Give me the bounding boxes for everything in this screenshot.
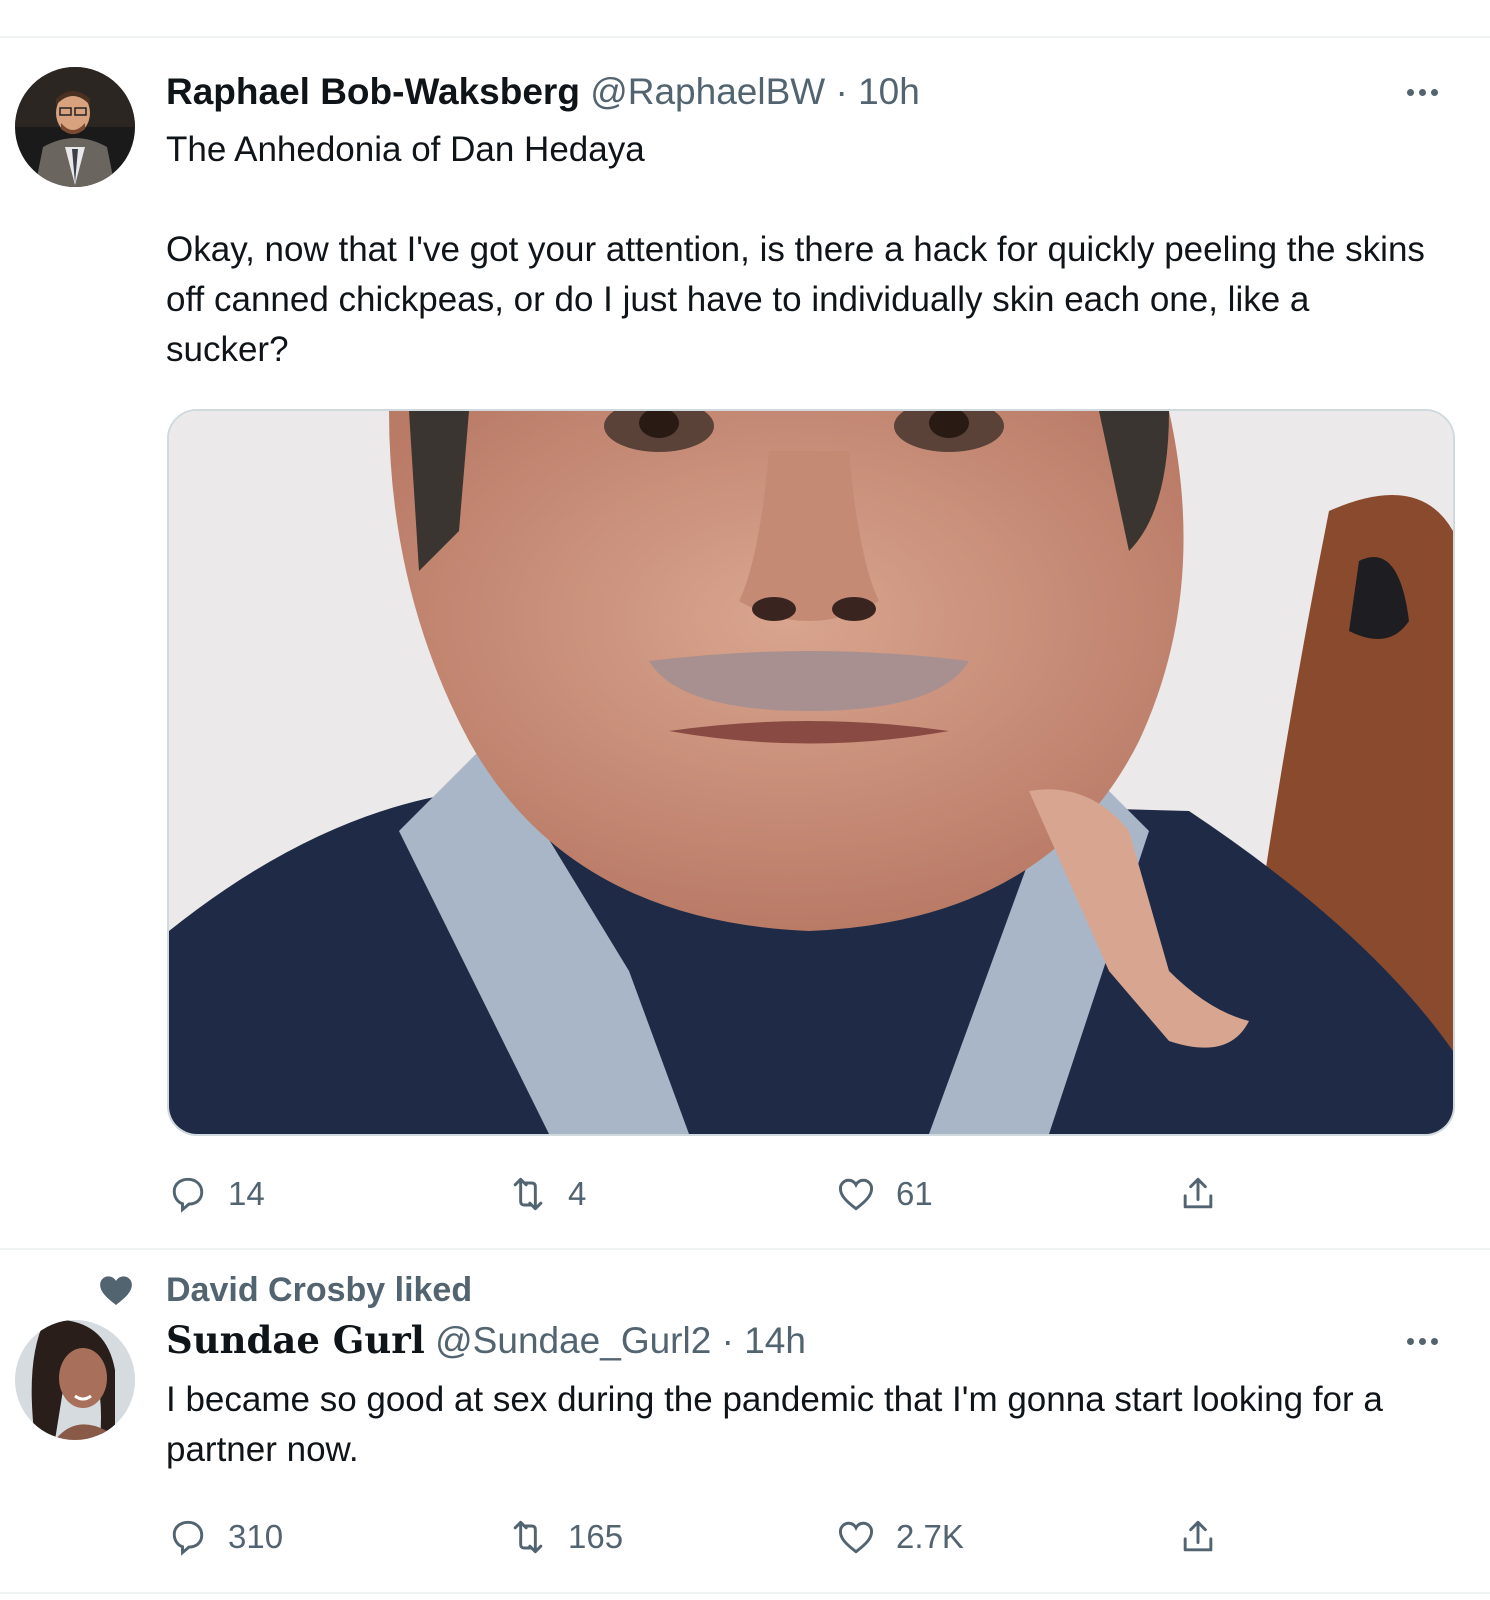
like-button[interactable]: 61 <box>834 1170 933 1218</box>
separator-dot: · <box>835 71 848 112</box>
share-button[interactable] <box>1176 1513 1220 1561</box>
share-icon <box>1183 1520 1213 1552</box>
tweet-photo[interactable] <box>167 409 1455 1136</box>
heart-icon <box>838 1521 874 1554</box>
reply-count: 14 <box>228 1175 265 1212</box>
like-button[interactable]: 2.7K <box>834 1513 964 1561</box>
retweet-button[interactable]: 165 <box>506 1513 623 1561</box>
share-icon <box>1183 1177 1213 1209</box>
like-count: 61 <box>896 1175 933 1212</box>
author-handle[interactable]: @Sundae_Gurl2 <box>435 1320 711 1361</box>
author-name[interactable]: Raphael Bob-Waksberg <box>166 71 580 112</box>
retweet-icon <box>513 1520 543 1554</box>
reply-icon <box>172 1177 204 1213</box>
tweet-text: I became so good at sex during the pande… <box>166 1380 1393 1469</box>
reply-button[interactable]: 14 <box>166 1170 265 1218</box>
author-avatar[interactable] <box>15 67 135 187</box>
bottom-divider <box>0 1592 1490 1594</box>
retweet-count: 4 <box>568 1175 587 1212</box>
retweet-icon <box>513 1177 543 1211</box>
tweet-raphael[interactable]: Raphael Bob-Waksberg @RaphaelBW · 10h Th… <box>0 0 1490 1222</box>
retweet-button[interactable]: 4 <box>506 1170 586 1218</box>
heart-icon <box>100 1276 132 1305</box>
social-context[interactable]: David Crosby liked <box>166 1268 472 1312</box>
like-count: 2.7K <box>896 1518 964 1555</box>
retweet-count: 165 <box>568 1518 624 1555</box>
reply-icon <box>172 1520 204 1556</box>
tweet-text: The Anhedonia of Dan Hedaya Okay, now th… <box>166 130 1425 369</box>
more-options-icon[interactable] <box>1402 85 1442 99</box>
share-button[interactable] <box>1176 1170 1220 1218</box>
more-options-icon[interactable] <box>1402 1334 1442 1348</box>
timestamp[interactable]: 14h <box>744 1320 806 1361</box>
tweet-actions: 14 4 61 <box>166 1170 1266 1218</box>
separator-dot: · <box>721 1320 734 1361</box>
reply-count: 310 <box>228 1518 284 1555</box>
author-avatar[interactable] <box>15 1320 135 1440</box>
timestamp[interactable]: 10h <box>858 71 920 112</box>
tweet-header: Sundae Gurl @Sundae_Gurl2 · 14h <box>166 1318 806 1363</box>
tweet-actions: 310 165 2.7K <box>166 1513 1266 1561</box>
heart-icon <box>838 1178 874 1211</box>
reply-button[interactable]: 310 <box>166 1513 283 1561</box>
author-name[interactable]: Sundae Gurl <box>166 1318 425 1362</box>
tweet-header: Raphael Bob-Waksberg @RaphaelBW · 10h <box>166 70 920 114</box>
tweet-divider <box>0 1248 1490 1250</box>
author-handle[interactable]: @RaphaelBW <box>590 71 825 112</box>
